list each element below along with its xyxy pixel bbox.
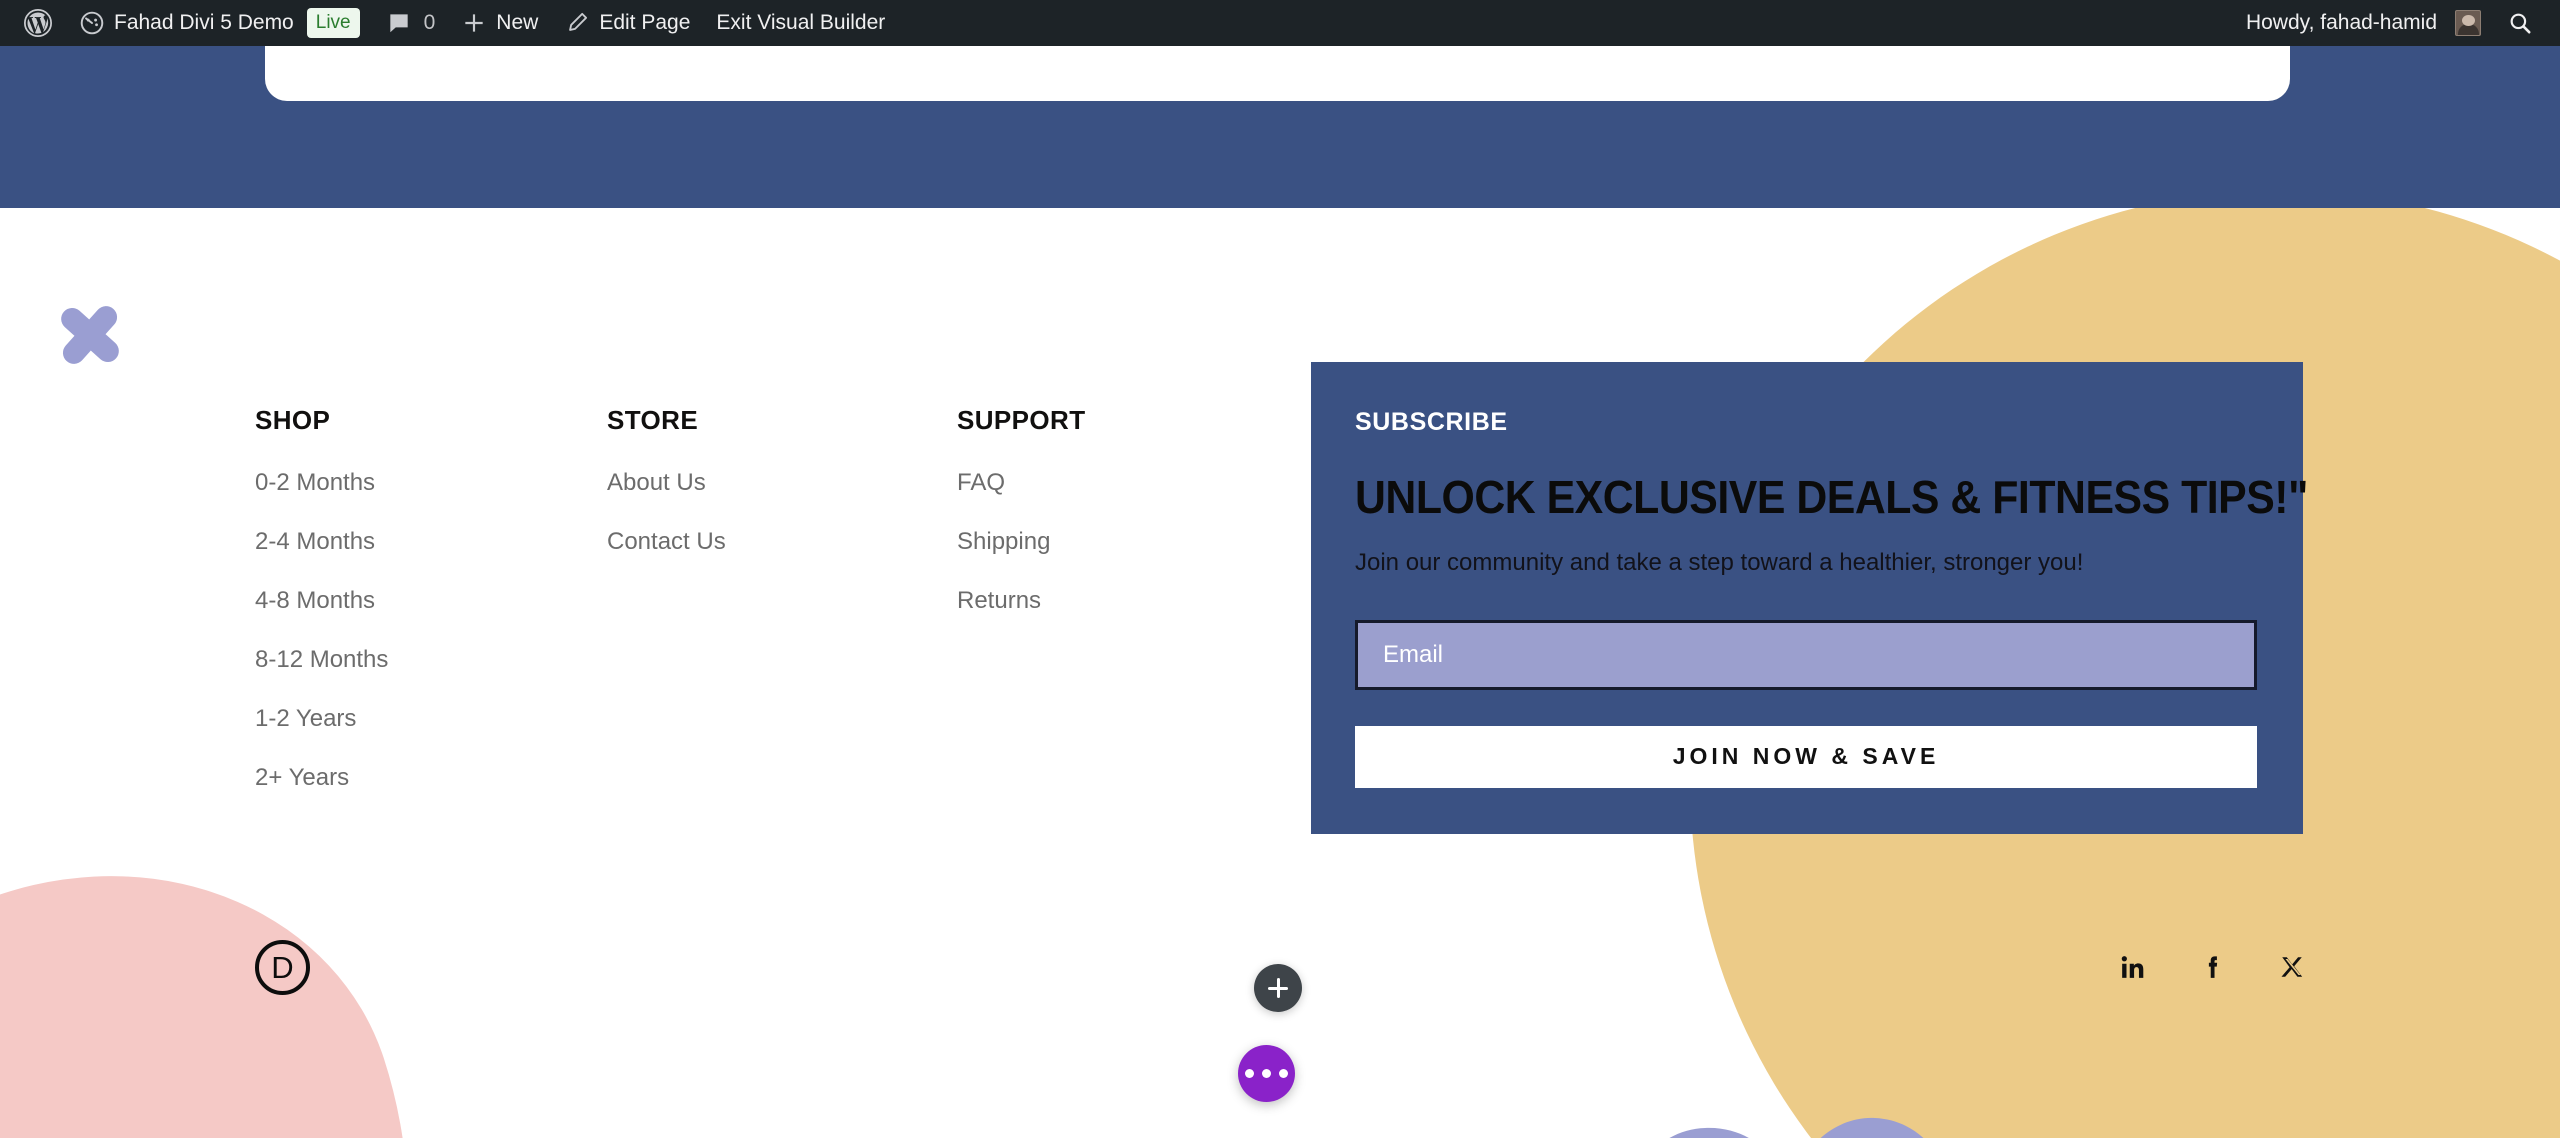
- email-input[interactable]: Email: [1355, 619, 2257, 690]
- footer-link[interactable]: 0-2 Months: [255, 469, 388, 497]
- pink-blob-decoration: [0, 797, 491, 1138]
- footer-link[interactable]: Returns: [957, 587, 1085, 615]
- email-input-placeholder: Email: [1383, 640, 1444, 668]
- admin-bar-right-group: Howdy, fahad-hamid: [2233, 0, 2560, 46]
- exit-visual-builder-label: Exit Visual Builder: [716, 11, 886, 34]
- add-section-button[interactable]: [1254, 964, 1302, 1012]
- plus-icon: [465, 14, 483, 32]
- site-name-label: Fahad Divi 5 Demo: [114, 11, 294, 34]
- footer-link[interactable]: Contact Us: [607, 528, 726, 556]
- edit-page-label: Edit Page: [599, 11, 691, 34]
- my-account-menu[interactable]: Howdy, fahad-hamid: [2233, 0, 2494, 46]
- plus-shape-decoration: [41, 286, 140, 385]
- ellipsis-dot: [1245, 1069, 1254, 1078]
- social-links: [2120, 945, 2305, 989]
- page-root: Fahad Divi 5 Demo Live 0 New Edit Page E…: [0, 0, 2560, 1138]
- footer-column-title: SHOP: [255, 405, 331, 435]
- wp-admin-bar: Fahad Divi 5 Demo Live 0 New Edit Page E…: [0, 0, 2560, 46]
- admin-bar-search-button[interactable]: [2494, 0, 2546, 46]
- footer-link[interactable]: 1-2 Years: [255, 705, 388, 733]
- footer-link[interactable]: FAQ: [957, 469, 1085, 497]
- user-avatar: [2455, 10, 2481, 36]
- comment-count: 0: [423, 11, 436, 34]
- ellipsis-dot: [1262, 1069, 1271, 1078]
- dashboard-site-icon: [80, 11, 104, 35]
- exit-visual-builder-button[interactable]: Exit Visual Builder: [703, 0, 898, 46]
- footer-link[interactable]: About Us: [607, 469, 726, 497]
- ellipsis-dot: [1279, 1069, 1288, 1078]
- search-icon: [2510, 13, 2531, 34]
- footer-column-support: SUPPORT FAQ Shipping Returns: [957, 405, 1085, 646]
- divi-logo[interactable]: D: [255, 940, 310, 995]
- subscribe-subheading: Join our community and take a step towar…: [1355, 549, 2084, 577]
- footer-column-title: SUPPORT: [957, 405, 1086, 435]
- x-twitter-icon[interactable]: [2279, 954, 2305, 980]
- linkedin-icon[interactable]: [2120, 954, 2146, 980]
- howdy-label: Howdy, fahad-hamid: [2245, 11, 2437, 34]
- new-label: New: [496, 11, 539, 34]
- facebook-icon[interactable]: [2200, 954, 2226, 980]
- footer-link[interactable]: 2+ Years: [255, 764, 388, 792]
- join-now-button[interactable]: JOIN NOW & SAVE: [1355, 725, 2257, 788]
- site-name-menu[interactable]: Fahad Divi 5 Demo Live: [66, 0, 373, 46]
- subscribe-eyebrow: SUBSCRIBE: [1355, 408, 1508, 436]
- footer-link[interactable]: 2-4 Months: [255, 528, 388, 556]
- comment-bubble-icon: [389, 14, 408, 33]
- wordpress-logo-icon: [24, 9, 52, 37]
- footer-link[interactable]: 4-8 Months: [255, 587, 388, 615]
- footer-link[interactable]: Shipping: [957, 528, 1085, 556]
- subscribe-heading: UNLOCK EXCLUSIVE DEALS & FITNESS TIPS!": [1355, 471, 2308, 523]
- live-badge: Live: [306, 8, 360, 38]
- wp-logo-menu[interactable]: [10, 0, 66, 46]
- divi-logo-letter: D: [271, 949, 294, 985]
- pencil-icon: [569, 12, 588, 31]
- subscribe-panel: SUBSCRIBE UNLOCK EXCLUSIVE DEALS & FITNE…: [1311, 362, 2308, 834]
- builder-menu-button[interactable]: [1238, 1045, 1295, 1102]
- edit-page-button[interactable]: Edit Page: [551, 0, 703, 46]
- new-content-menu[interactable]: New: [448, 0, 551, 46]
- comments-menu[interactable]: 0: [373, 0, 449, 46]
- footer-column-store: STORE About Us Contact Us: [607, 405, 726, 587]
- footer-column-shop: SHOP 0-2 Months 2-4 Months 4-8 Months 8-…: [255, 405, 388, 823]
- admin-bar-left-group: Fahad Divi 5 Demo Live 0 New Edit Page E…: [0, 0, 898, 46]
- hero-blue-band: [0, 0, 2560, 208]
- footer-column-title: STORE: [607, 405, 699, 435]
- footer-link[interactable]: 8-12 Months: [255, 646, 388, 674]
- purple-cloud-decoration: [1669, 1117, 1924, 1138]
